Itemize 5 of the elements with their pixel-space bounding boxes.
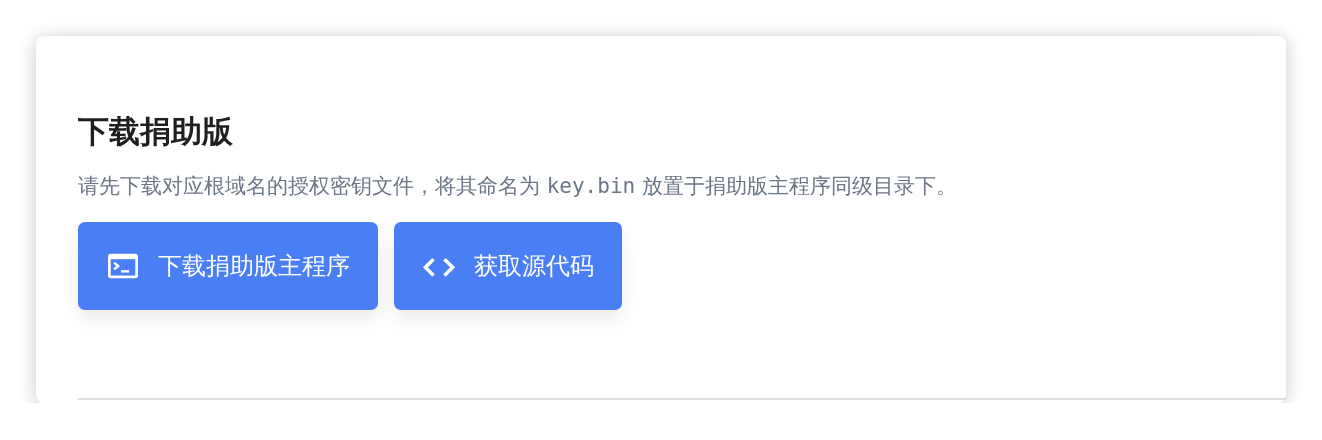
download-button[interactable]: 下载捐助版主程序: [78, 222, 378, 310]
terminal-icon: [106, 251, 140, 281]
section-title: 下载捐助版: [78, 112, 234, 151]
source-code-button[interactable]: 获取源代码: [394, 222, 622, 310]
description-text: 请先下载对应根域名的授权密钥文件，将其命名为 key.bin 放置于捐助版主程序同级目录下。: [78, 173, 958, 200]
